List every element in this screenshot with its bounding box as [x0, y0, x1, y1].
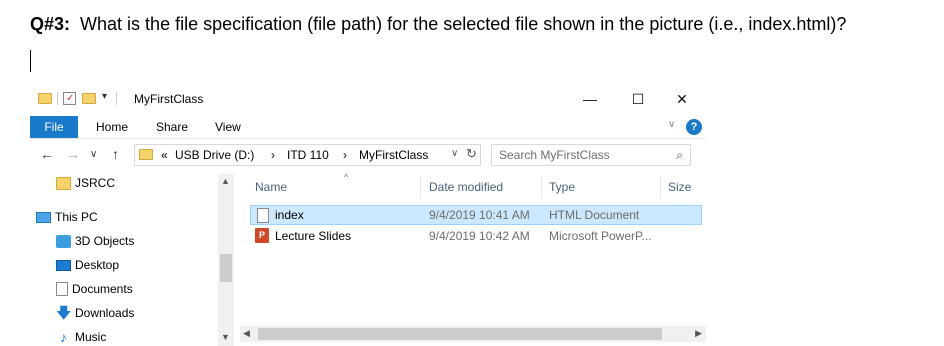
- refresh-icon[interactable]: ↻: [466, 146, 477, 162]
- nav-item-jsrcc[interactable]: JSRCC: [56, 174, 115, 192]
- nav-item-this-pc[interactable]: This PC: [36, 208, 98, 226]
- breadcrumb-usb-drive[interactable]: USB Drive (D:): [175, 148, 254, 162]
- nav-item-label: 3D Objects: [75, 234, 135, 248]
- scroll-down-icon[interactable]: ▼: [221, 332, 230, 342]
- column-divider[interactable]: [660, 176, 661, 198]
- column-divider[interactable]: [420, 176, 421, 198]
- scroll-right-icon[interactable]: ▶: [695, 328, 702, 339]
- help-icon[interactable]: ?: [686, 119, 702, 135]
- breadcrumb-separator[interactable]: ›: [343, 148, 347, 162]
- navpane-scrollbar[interactable]: ▲ ▼: [218, 174, 234, 346]
- window-title: MyFirstClass: [134, 92, 204, 106]
- desktop-icon: [56, 259, 71, 271]
- up-arrow-icon[interactable]: ↑: [112, 146, 119, 162]
- folder-icon: [139, 149, 153, 160]
- new-folder-icon[interactable]: [82, 93, 96, 104]
- address-bar[interactable]: « USB Drive (D:) › ITD 110 › MyFirstClas…: [134, 144, 481, 166]
- documents-icon: [56, 282, 68, 296]
- file-date: 9/4/2019 10:42 AM: [429, 229, 530, 243]
- recent-locations-icon[interactable]: ∨: [90, 149, 97, 160]
- search-input[interactable]: Search MyFirstClass: [499, 148, 610, 162]
- nav-item-3d-objects[interactable]: 3D Objects: [56, 232, 134, 250]
- divider: [57, 92, 58, 105]
- forward-arrow-icon[interactable]: →: [66, 146, 80, 162]
- column-header-size[interactable]: Size: [668, 180, 691, 194]
- question-number: Q#3:: [30, 14, 71, 34]
- file-explorer-window: ✓ ▾ MyFirstClass — ☐ ✕ File Home Share V…: [30, 84, 706, 346]
- text-cursor: [30, 50, 31, 72]
- file-type: HTML Document: [549, 208, 640, 222]
- nav-item-downloads[interactable]: 🡇 Downloads: [56, 304, 134, 322]
- customize-toolbar-icon[interactable]: ▾: [102, 91, 107, 102]
- filelist-horizontal-scrollbar[interactable]: ◀ ▶: [240, 326, 706, 342]
- folder-icon: [56, 176, 71, 190]
- maximize-button[interactable]: ☐: [626, 88, 650, 110]
- nav-item-label: This PC: [55, 210, 98, 224]
- minimize-button[interactable]: —: [578, 88, 602, 110]
- ribbon-divider: [30, 138, 706, 139]
- nav-item-documents[interactable]: Documents: [56, 280, 133, 298]
- breadcrumb-itd110[interactable]: ITD 110: [287, 148, 329, 162]
- computer-icon: [36, 211, 51, 223]
- title-bar: ✓ ▾ MyFirstClass — ☐ ✕: [30, 84, 706, 114]
- tab-view[interactable]: View: [215, 120, 241, 134]
- file-name: Lecture Slides: [275, 229, 352, 243]
- breadcrumb-myfirstclass[interactable]: MyFirstClass: [359, 148, 428, 162]
- back-arrow-icon[interactable]: ←: [40, 146, 54, 162]
- column-header-date-modified[interactable]: Date modified: [429, 180, 503, 194]
- breadcrumb-separator[interactable]: ›: [271, 148, 275, 162]
- scrollbar-thumb[interactable]: [220, 254, 232, 282]
- breadcrumb-overflow[interactable]: «: [161, 148, 168, 162]
- question-text: Q#3: What is the file specification (fil…: [30, 14, 846, 35]
- address-dropdown-icon[interactable]: ∨: [451, 148, 458, 159]
- scroll-left-icon[interactable]: ◀: [243, 328, 250, 339]
- ribbon-tabs: File Home Share View ∨ ?: [30, 116, 706, 138]
- nav-item-desktop[interactable]: Desktop: [56, 256, 119, 274]
- column-header-name[interactable]: Name: [255, 180, 287, 194]
- file-type: Microsoft PowerP...: [549, 229, 652, 243]
- nav-item-label: Desktop: [75, 258, 120, 272]
- tab-share[interactable]: Share: [156, 120, 188, 134]
- expand-ribbon-icon[interactable]: ∨: [668, 119, 675, 130]
- question-body: What is the file specification (file pat…: [80, 14, 847, 34]
- music-icon: ♪: [60, 328, 67, 345]
- nav-item-label: Documents: [72, 282, 133, 296]
- scroll-up-icon[interactable]: ▲: [221, 176, 230, 186]
- nav-item-label: Music: [75, 330, 107, 344]
- search-icon[interactable]: ⌕: [676, 148, 683, 163]
- navigation-bar: ← → ∨ ↑ « USB Drive (D:) › ITD 110 › MyF…: [30, 144, 706, 168]
- file-name: index: [275, 208, 304, 222]
- properties-icon[interactable]: ✓: [63, 92, 76, 105]
- search-box[interactable]: Search MyFirstClass ⌕: [491, 144, 691, 166]
- navigation-pane: JSRCC This PC 3D Objects Desktop Documen…: [30, 174, 218, 346]
- divider: [116, 92, 117, 105]
- file-date: 9/4/2019 10:41 AM: [429, 208, 530, 222]
- tab-file[interactable]: File: [30, 116, 78, 138]
- column-divider[interactable]: [541, 176, 542, 198]
- tab-home[interactable]: Home: [96, 120, 128, 134]
- download-icon: 🡇: [56, 304, 72, 322]
- nav-item-label: Downloads: [75, 306, 135, 320]
- column-header-type[interactable]: Type: [549, 180, 575, 194]
- nav-item-label: JSRCC: [75, 176, 116, 190]
- sort-ascending-icon: ^: [344, 172, 349, 182]
- cube-icon: [56, 234, 71, 248]
- scrollbar-thumb[interactable]: [258, 328, 662, 340]
- file-row-index[interactable]: index 9/4/2019 10:41 AM HTML Document: [250, 205, 702, 225]
- nav-item-music[interactable]: ♪ Music: [56, 328, 106, 346]
- powerpoint-file-icon: P: [255, 228, 269, 243]
- close-button[interactable]: ✕: [670, 88, 694, 110]
- html-file-icon: [257, 208, 269, 223]
- file-row-lecture-slides[interactable]: P Lecture Slides 9/4/2019 10:42 AM Micro…: [250, 226, 702, 246]
- folder-icon: [38, 93, 52, 104]
